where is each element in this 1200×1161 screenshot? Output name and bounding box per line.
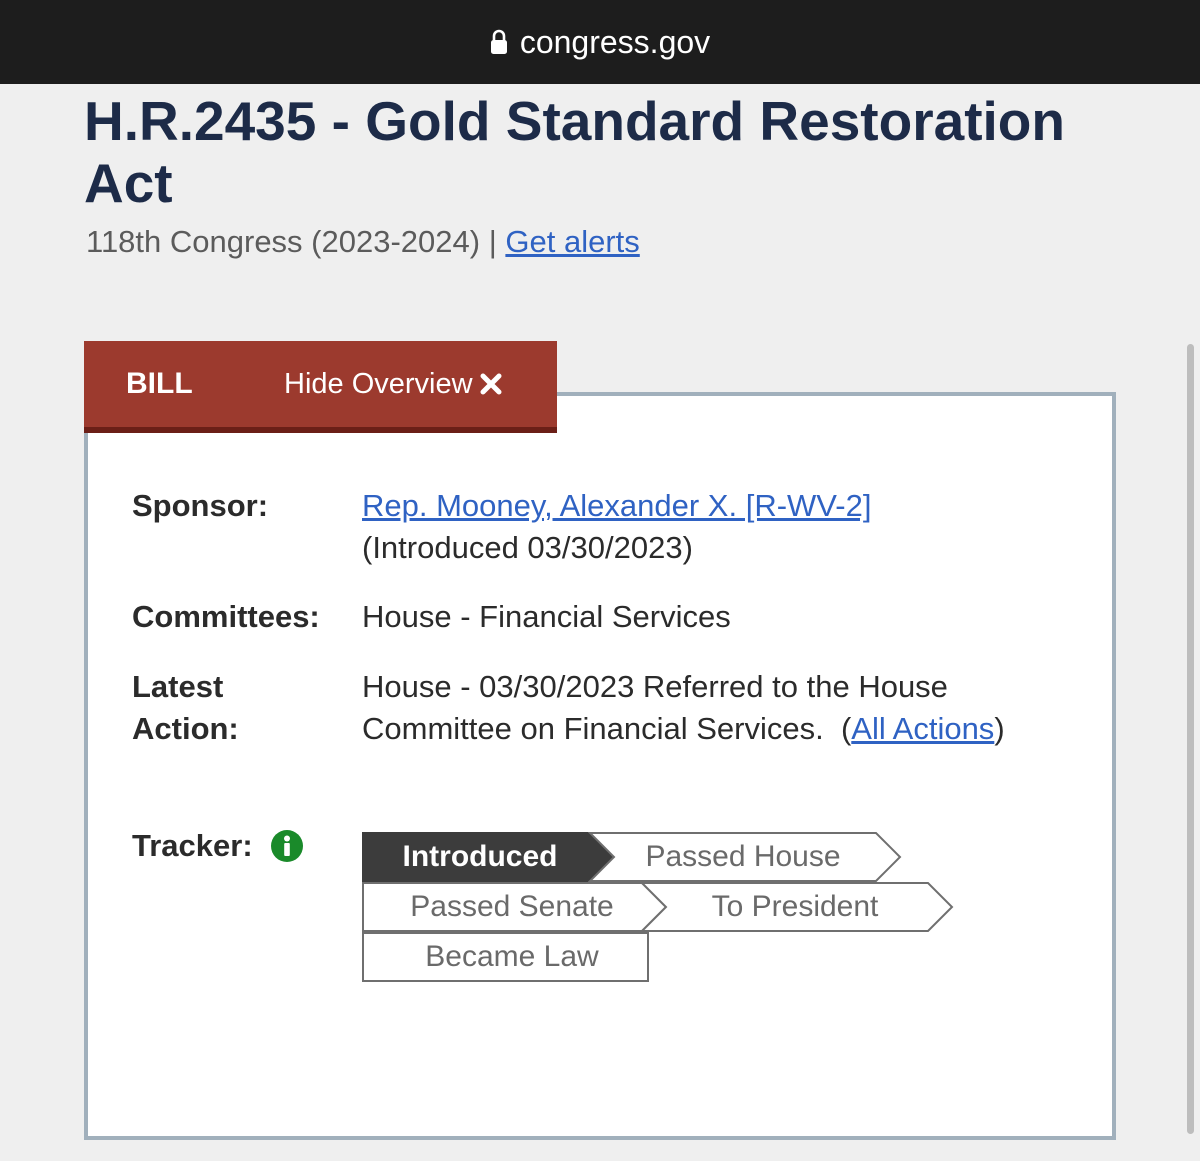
open-paren: ( [840, 711, 852, 746]
url-text: congress.gov [519, 23, 711, 60]
get-alerts-link[interactable]: Get alerts [505, 224, 639, 259]
tracker-step-passed-house: Passed House [588, 832, 902, 882]
tracker-step-to-president: To President [640, 882, 954, 932]
latest-action-label: Latest Action: [132, 666, 239, 750]
latest-action-label-line1: Latest [132, 669, 224, 704]
congress-session: 118th Congress (2023-2024) [86, 224, 481, 259]
tracker-label: Tracker: [132, 828, 253, 863]
bill-overview-tab: BILL Hide Overview [84, 341, 557, 433]
latest-action-label-line2: Action: [132, 711, 239, 746]
tracker-step-label: To President [711, 890, 879, 923]
latest-action-value: House - 03/30/2023 Referred to the House… [362, 666, 1022, 750]
sponsor-value: Rep. Mooney, Alexander X. [R-WV-2] (Intr… [362, 485, 871, 569]
subtitle-separator: | [488, 224, 497, 259]
hide-overview-button[interactable]: Hide Overview [284, 368, 502, 401]
all-actions-link[interactable]: All Actions [851, 711, 994, 746]
scrollbar-thumb[interactable] [1187, 344, 1194, 1134]
browser-url-bar[interactable]: congress.gov [0, 0, 1200, 84]
tracker-step-label: Introduced [402, 840, 558, 873]
close-paren: ) [994, 711, 1005, 746]
tracker-step-introduced: Introduced [362, 832, 618, 882]
tracker-step-became-law: Became Law [362, 932, 650, 982]
tracker-step-label: Passed Senate [410, 890, 614, 923]
tracker-step-label: Became Law [425, 940, 599, 973]
info-icon[interactable] [270, 829, 304, 863]
committees-label: Committees: [132, 599, 320, 634]
sponsor-link[interactable]: Rep. Mooney, Alexander X. [R-WV-2] [362, 488, 871, 523]
tracker-step-passed-senate: Passed Senate [362, 882, 668, 932]
hide-overview-label: Hide Overview [284, 367, 473, 400]
bill-tab-label: BILL [126, 367, 193, 400]
congress-subtitle: 118th Congress (2023-2024) | Get alerts [86, 224, 640, 260]
page-title: H.R.2435 - Gold Standard Restoration Act [84, 90, 1066, 214]
sponsor-label: Sponsor: [132, 488, 269, 523]
committees-value: House - Financial Services [362, 599, 731, 634]
tracker-step-label: Passed House [645, 840, 841, 873]
close-icon [480, 373, 502, 395]
sponsor-introduced-date: (Introduced 03/30/2023) [362, 530, 693, 565]
lock-icon [490, 26, 508, 63]
